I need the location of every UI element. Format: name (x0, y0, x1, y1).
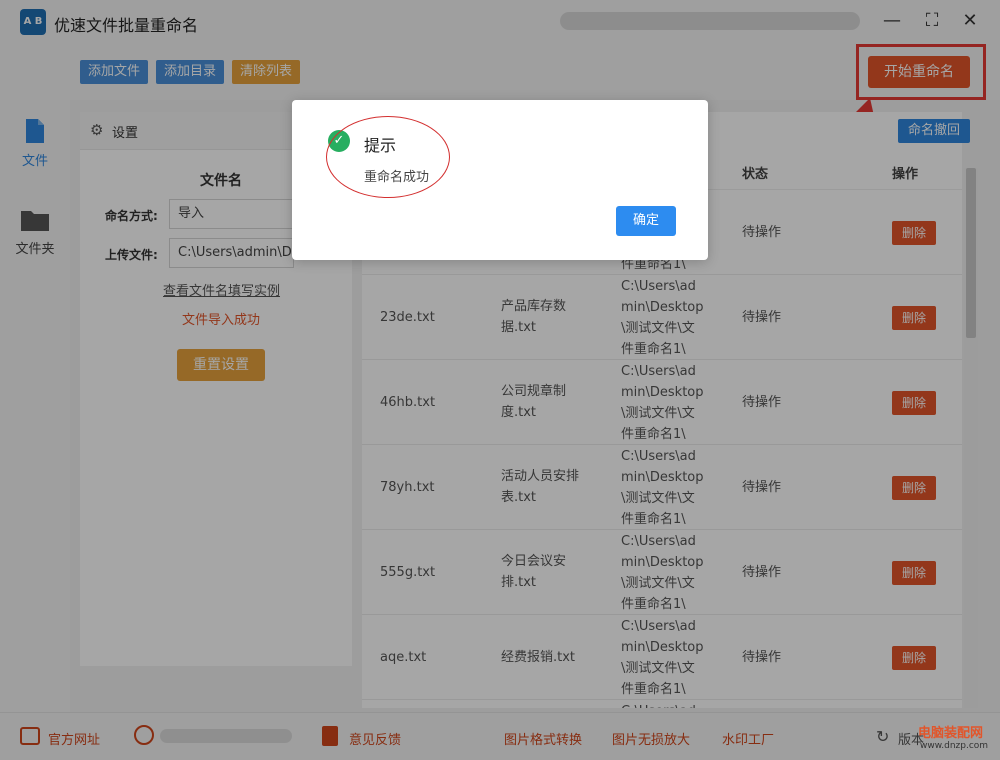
watermark-url: www.dnzp.com (920, 741, 989, 751)
highlight-oval (326, 116, 450, 198)
ok-button[interactable]: 确定 (616, 206, 676, 236)
watermark-title: 电脑装配网 (918, 726, 984, 741)
